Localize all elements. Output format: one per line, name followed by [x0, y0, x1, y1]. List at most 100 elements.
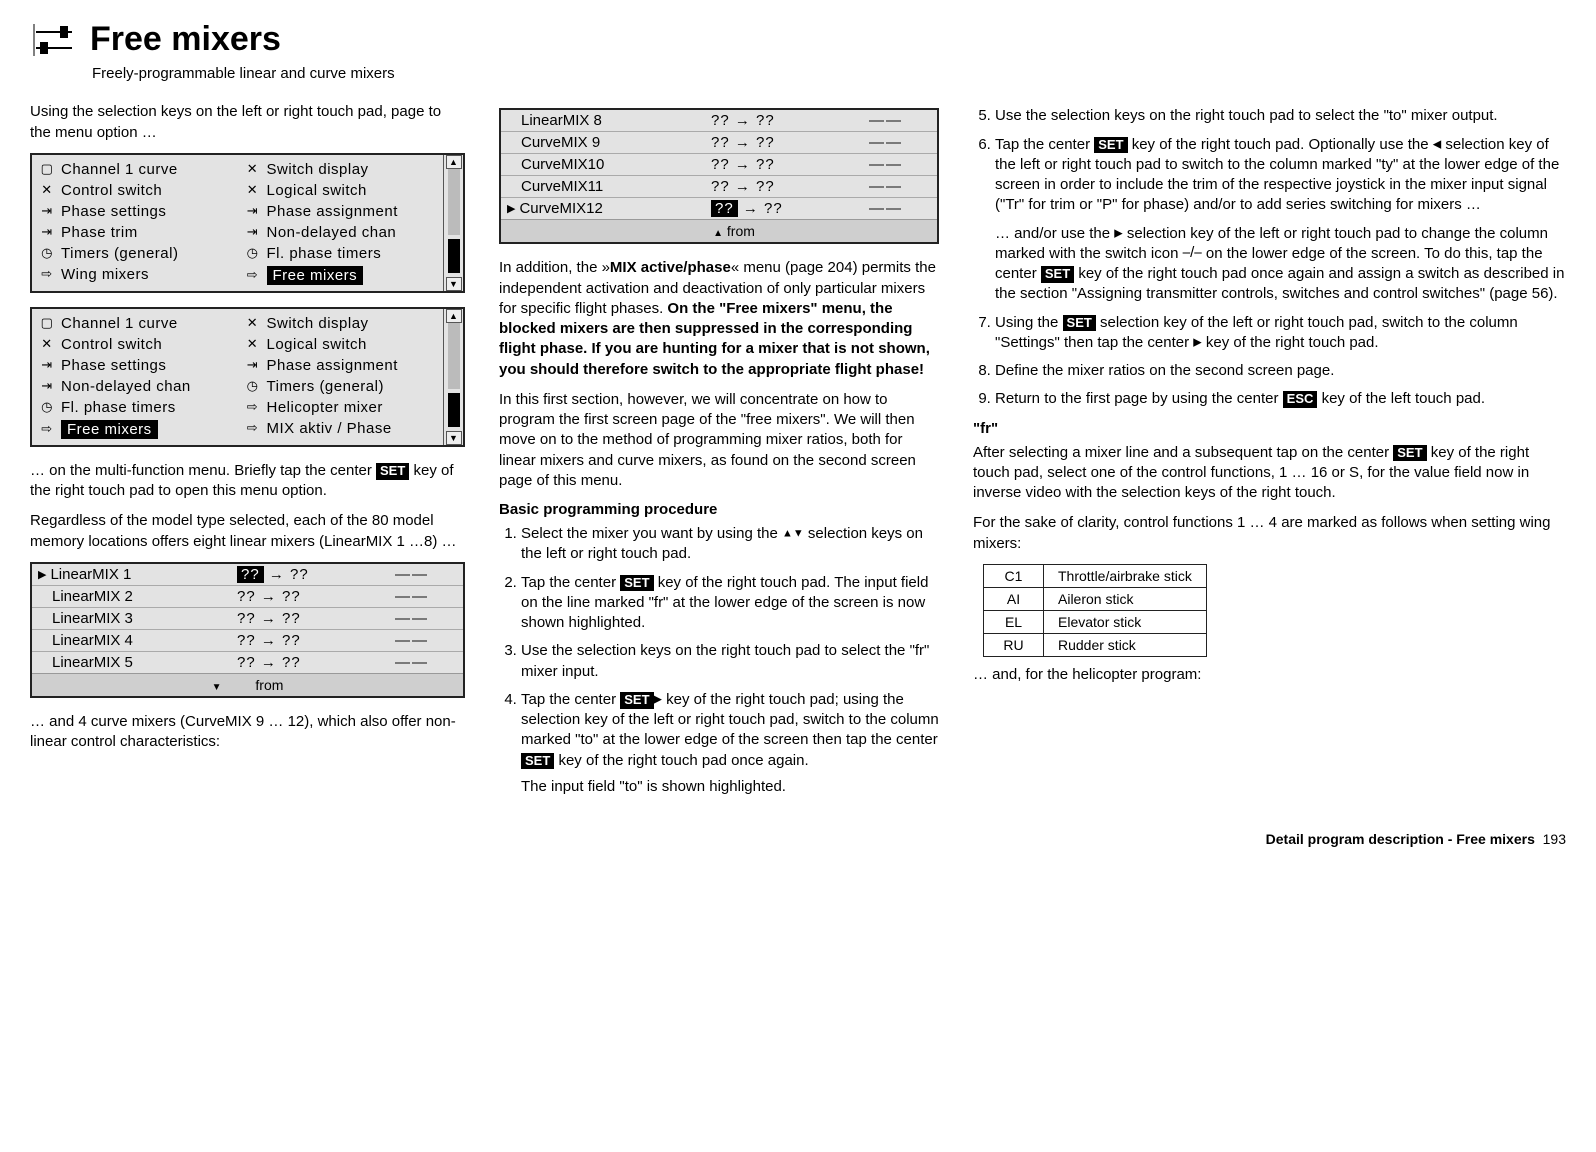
procedure-step: Use the selection keys on the right touc… — [995, 106, 1566, 126]
menu-item-icon: ◷ — [38, 399, 56, 415]
stick-table: C1Throttle/airbrake stickAIAileron stick… — [983, 564, 1207, 657]
menu-item-icon: ✕ — [38, 182, 56, 198]
menu-item[interactable]: ◷Fl. phase timers — [242, 243, 440, 264]
stick-label: Throttle/airbrake stick — [1044, 564, 1207, 587]
menu-item[interactable]: ⇥ Phase trim — [36, 222, 234, 243]
mixer-switch-slot: ―― — [367, 588, 457, 605]
menu-item[interactable]: ⇨Free mixers — [242, 264, 440, 287]
selection-caret-icon: ▶ — [507, 202, 515, 215]
menu-item[interactable]: ▢Channel 1 curve — [36, 313, 234, 334]
page-subtitle: Freely-programmable linear and curve mix… — [92, 64, 1566, 84]
menu-item[interactable]: ✕ Switch display — [242, 313, 440, 334]
mixer-name: LinearMIX 4 — [52, 632, 133, 649]
procedure-step: Tap the center SET key of the right touc… — [521, 573, 939, 634]
scroll-up-icon[interactable]: ▲ — [446, 155, 462, 169]
mixer-switch-slot: ―― — [367, 610, 457, 627]
mixer-name: LinearMIX 2 — [52, 588, 133, 605]
menu-item-label: Free mixers — [267, 266, 364, 285]
procedure-step: Tap the center SET key of the right touc… — [995, 135, 1566, 305]
page-header: Free mixers — [30, 20, 1566, 60]
menu-item[interactable]: ⇥Non-delayed chan — [242, 222, 440, 243]
scroll-up-icon[interactable]: ▲ — [446, 309, 462, 323]
menu-item[interactable]: ◷ Timers (general) — [242, 376, 440, 397]
menu-item-icon: ⇥ — [38, 224, 56, 240]
menu-item-label: Phase trim — [61, 224, 138, 241]
menu-item[interactable]: ✕Control switch — [36, 334, 234, 355]
scroll-thumb[interactable] — [448, 393, 460, 427]
menu-item[interactable]: ✕Logical switch — [242, 180, 440, 201]
from-value: ?? — [711, 200, 738, 217]
menu-item-icon: ◷ — [244, 378, 262, 394]
mixer-switch-slot: ―― — [841, 178, 931, 195]
menu-item-label: Channel 1 curve — [61, 315, 178, 332]
mixer-name: LinearMIX 3 — [52, 610, 133, 627]
mixer-row[interactable]: LinearMIX 2 ?? → ??―― — [32, 585, 463, 607]
menu-item[interactable]: ⇨MIX aktiv / Phase — [242, 418, 440, 439]
mixer-row[interactable]: CurveMIX10?? → ??―― — [501, 153, 937, 175]
menu-item[interactable]: ◷Timers (general) — [36, 243, 234, 264]
mixer-mapping: ?? → ?? — [237, 566, 367, 583]
menu-item-icon: ⇨ — [38, 421, 56, 437]
set-key: SET — [376, 463, 409, 480]
mixer-mapping: ?? → ?? — [237, 588, 367, 605]
menu-item-label: MIX aktiv / Phase — [267, 420, 392, 437]
set-key: SET — [1041, 266, 1074, 283]
menu-item-label: Phase settings — [61, 357, 166, 374]
procedure-step: Tap the center SET▶ key of the right tou… — [521, 690, 939, 797]
mixer-row[interactable]: LinearMIX 8?? → ??―― — [501, 110, 937, 131]
menu-item[interactable]: ⇥Phase settings — [36, 355, 234, 376]
set-key: SET — [1393, 445, 1426, 462]
menu-item-label: Timers (general) — [61, 245, 178, 262]
menu-item[interactable]: ✕Logical switch — [242, 334, 440, 355]
menu-item[interactable]: ▢Channel 1 curve — [36, 159, 234, 180]
intro-text: Using the selection keys on the left or … — [30, 102, 465, 143]
mixer-row[interactable]: CurveMIX11?? → ??―― — [501, 175, 937, 197]
arrow-icon: ▲▼ — [782, 528, 804, 540]
menu-item[interactable]: ⇥Non-delayed chan — [36, 376, 234, 397]
mixer-mapping: ?? → ?? — [237, 632, 367, 649]
mixer-row[interactable]: LinearMIX 4?? → ??―― — [32, 629, 463, 651]
table-row: ELElevator stick — [984, 610, 1207, 633]
stick-label: Elevator stick — [1044, 610, 1207, 633]
mixer-row[interactable]: CurveMIX 9 ?? → ??―― — [501, 131, 937, 153]
menu-item-label: Timers (general) — [267, 378, 384, 395]
arrow-icon: ◀ — [1433, 138, 1441, 150]
scroll-down-icon[interactable]: ▼ — [446, 431, 462, 445]
mixer-row[interactable]: ▶LinearMIX 1?? → ??―― — [32, 564, 463, 585]
menu-item[interactable]: ◷Fl. phase timers — [36, 397, 234, 418]
menu-screen-1: ▢Channel 1 curve✕Control switch⇥Phase se… — [30, 153, 465, 293]
menu-item[interactable]: ✕Control switch — [36, 180, 234, 201]
menu-item[interactable]: ⇨Free mixers — [36, 418, 234, 441]
mixer-row[interactable]: ▶CurveMIX12?? → ??―― — [501, 197, 937, 219]
set-key: SET — [521, 753, 554, 770]
menu-item[interactable]: ⇥Phase settings — [36, 201, 234, 222]
procedure-step: Return to the first page by using the ce… — [995, 389, 1566, 409]
after-menus-para: … on the multi-function menu. Briefly ta… — [30, 461, 465, 502]
set-key: SET — [620, 575, 653, 592]
menu-item-label: Channel 1 curve — [61, 161, 178, 178]
mixer-row[interactable]: LinearMIX 3?? → ??―― — [32, 607, 463, 629]
menu-item-icon: ✕ — [244, 315, 262, 331]
menu-item[interactable]: ⇥Phase assignment — [242, 355, 440, 376]
menu-item-icon: ⇥ — [244, 357, 262, 373]
mixer-name: CurveMIX 9 — [521, 134, 600, 151]
scroll-down-icon[interactable]: ▼ — [446, 277, 462, 291]
mixer-name: LinearMIX 5 — [52, 654, 133, 671]
procedure-heading: Basic programming procedure — [499, 501, 939, 518]
mixer-switch-slot: ―― — [841, 134, 931, 151]
menu-item-label: Non-delayed chan — [61, 378, 191, 395]
step-extra: The input field "to" is shown highlighte… — [521, 777, 939, 797]
menu-item[interactable]: ⇨Wing mixers — [36, 264, 234, 285]
mixer-mapping: ?? → ?? — [711, 134, 841, 151]
menu-screen-2: ▢Channel 1 curve✕Control switch⇥Phase se… — [30, 307, 465, 447]
menu-item[interactable]: ⇨Helicopter mixer — [242, 397, 440, 418]
menu-item-label: Switch display — [267, 315, 369, 332]
scroll-thumb[interactable] — [448, 239, 460, 273]
scrollbar: ▲ ▼ — [443, 155, 463, 291]
mixer-mapping: ?? → ?? — [711, 200, 841, 217]
menu-item[interactable]: ✕Switch display — [242, 159, 440, 180]
menu-item[interactable]: ⇥Phase assignment — [242, 201, 440, 222]
mixer-row[interactable]: LinearMIX 5?? → ??―― — [32, 651, 463, 673]
menu-item-label: Fl. phase timers — [267, 245, 382, 262]
page-title: Free mixers — [90, 20, 281, 59]
